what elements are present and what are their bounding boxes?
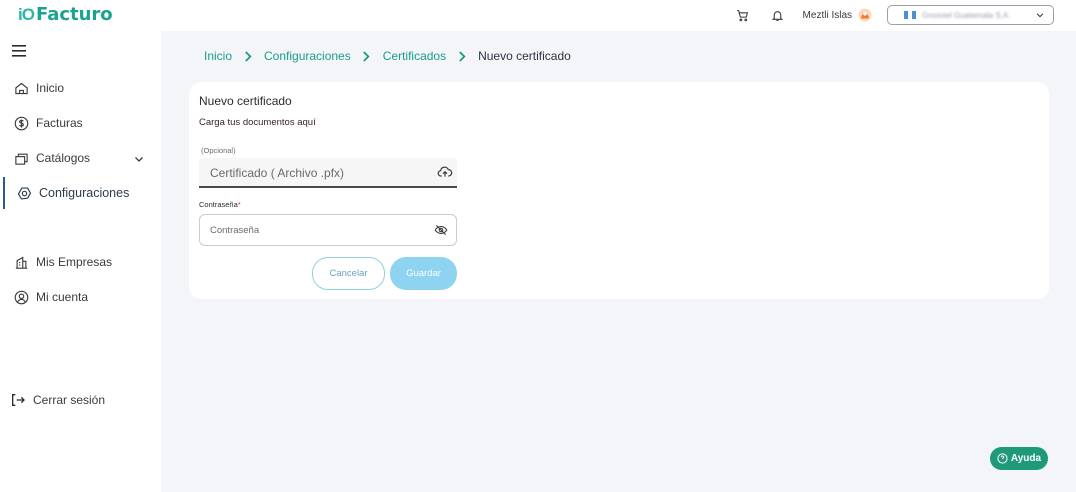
sidebar-item-label: Mi cuenta (36, 290, 89, 304)
sidebar-item-label: Configuraciones (39, 186, 130, 200)
logout-icon (10, 392, 26, 408)
user-name[interactable]: Meztli Islas (803, 10, 852, 21)
eye-off-icon[interactable] (434, 223, 448, 237)
sidebar-item-configuraciones[interactable]: Configuraciones (0, 177, 161, 209)
user-avatar-icon[interactable] (858, 8, 872, 22)
logo-mark: iO (18, 4, 35, 24)
chevron-down-icon (1036, 13, 1044, 18)
gear-icon (16, 185, 32, 201)
hamburger-menu-icon[interactable] (12, 44, 28, 57)
required-mark: * (237, 200, 241, 209)
breadcrumb-configuraciones[interactable]: Configuraciones (264, 49, 351, 63)
breadcrumb-certificados[interactable]: Certificados (383, 49, 446, 63)
breadcrumb-current: Nuevo certificado (478, 49, 571, 63)
chevron-down-icon[interactable] (133, 152, 145, 164)
bell-icon[interactable] (768, 5, 788, 25)
optional-label: (Opcional) (201, 146, 236, 155)
sidebar: Inicio Facturas Catálogos Configuracione… (0, 31, 161, 492)
catalog-icon (13, 150, 29, 166)
home-icon (13, 80, 29, 96)
password-placeholder: Contraseña (210, 225, 260, 236)
chevron-right-icon (238, 50, 258, 62)
question-circle-icon (997, 453, 1008, 464)
save-button[interactable]: Guardar (390, 257, 457, 290)
form-title: Nuevo certificado (199, 94, 292, 108)
logout-label: Cerrar sesión (33, 393, 106, 407)
sidebar-item-label: Facturas (36, 116, 83, 130)
sidebar-item-mi-cuenta[interactable]: Mi cuenta (0, 283, 161, 311)
sidebar-item-inicio[interactable]: Inicio (0, 74, 161, 102)
password-label: Contraseña* (199, 200, 241, 209)
file-placeholder: Certificado ( Archivo .pfx) (210, 166, 345, 180)
cancel-button[interactable]: Cancelar (312, 257, 385, 290)
top-bar: iO Facturo Meztli Islas Grooviel Guatema… (0, 0, 1076, 31)
company-name: Grooviel Guatemala S.A. (922, 10, 1011, 20)
cloud-upload-icon[interactable] (437, 164, 453, 180)
cart-icon[interactable] (733, 5, 753, 25)
company-selector[interactable]: Grooviel Guatemala S.A. (887, 5, 1054, 25)
sidebar-item-catalogos[interactable]: Catálogos (0, 144, 161, 172)
sidebar-item-label: Inicio (36, 81, 65, 95)
help-label: Ayuda (1010, 453, 1042, 464)
header-actions: Meztli Islas Grooviel Guatemala S.A. (733, 4, 1054, 26)
sidebar-item-facturas[interactable]: Facturas (0, 109, 161, 137)
password-input[interactable]: Contraseña (199, 214, 457, 246)
sidebar-item-label: Mis Empresas (36, 255, 113, 269)
password-label-text: Contraseña (199, 200, 238, 209)
help-button[interactable]: Ayuda (990, 447, 1048, 470)
certificate-form-card: Nuevo certificado Carga tus documentos a… (189, 82, 1049, 299)
building-icon (13, 254, 29, 270)
app-logo[interactable]: iO Facturo (18, 4, 113, 25)
sidebar-item-mis-empresas[interactable]: Mis Empresas (0, 248, 161, 276)
certificate-file-input[interactable]: Certificado ( Archivo .pfx) (199, 158, 457, 188)
guatemala-flag-icon (904, 11, 916, 19)
breadcrumb: Inicio Configuraciones Certificados Nuev… (204, 49, 571, 63)
breadcrumb-inicio[interactable]: Inicio (204, 49, 232, 63)
chevron-right-icon (357, 50, 377, 62)
logout-button[interactable]: Cerrar sesión (0, 386, 161, 414)
chevron-right-icon (452, 50, 472, 62)
account-circle-icon (13, 289, 29, 305)
form-subtitle: Carga tus documentos aquí (199, 117, 316, 128)
logo-text: Facturo (35, 4, 113, 25)
sidebar-item-label: Catálogos (36, 151, 91, 165)
dollar-circle-icon (13, 115, 29, 131)
